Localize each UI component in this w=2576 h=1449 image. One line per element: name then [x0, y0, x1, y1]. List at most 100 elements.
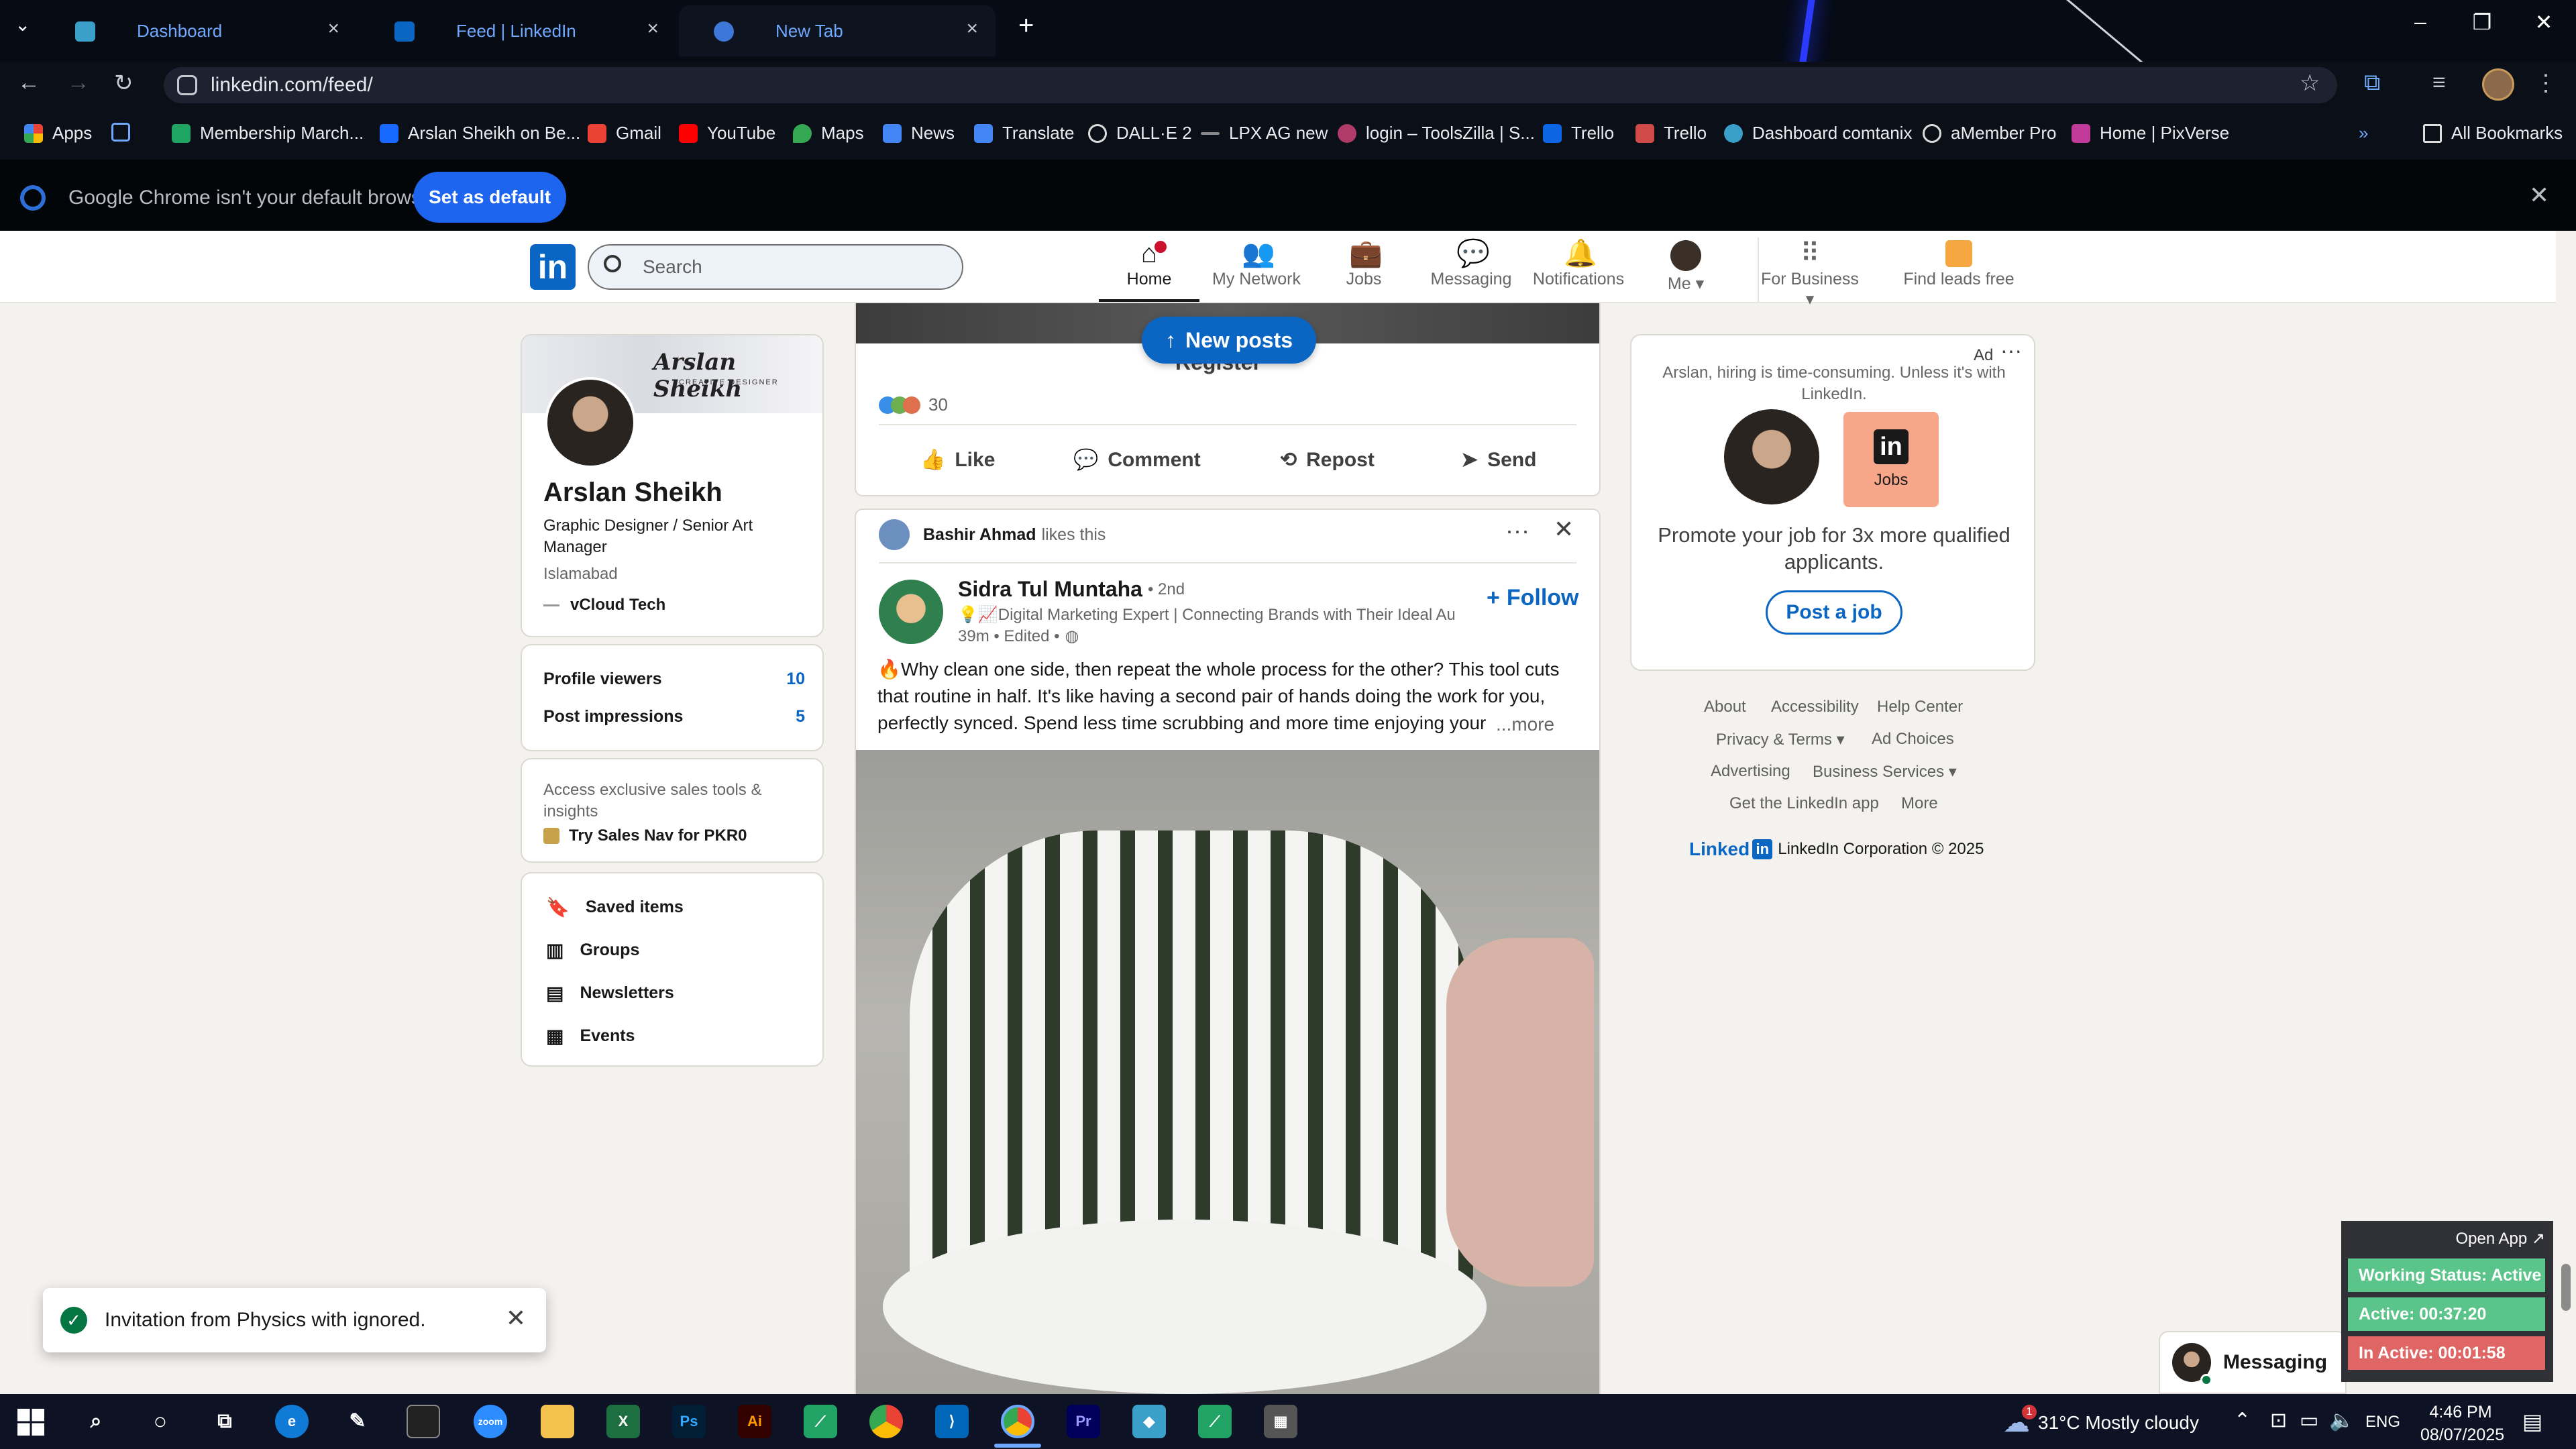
bookmark-trello-1[interactable]: Trello — [1543, 123, 1614, 144]
more-bookmarks-icon[interactable]: » — [2359, 123, 2368, 144]
vscode-icon[interactable]: ⟩ — [935, 1405, 969, 1438]
all-bookmarks[interactable]: All Bookmarks — [2423, 123, 2563, 144]
taskbar-search-icon[interactable]: ⌕ — [79, 1405, 113, 1438]
bookmark-gmail[interactable]: Gmail — [588, 123, 661, 144]
minimize-icon[interactable]: – — [2400, 9, 2440, 34]
close-toast-icon[interactable]: ✕ — [506, 1304, 526, 1332]
shortcut-saved-items[interactable]: 🔖 Saved items — [546, 896, 684, 918]
network-icon[interactable]: ⊡ — [2270, 1409, 2287, 1432]
illustrator-icon[interactable]: Ai — [738, 1405, 771, 1438]
footer-about[interactable]: About — [1704, 698, 1746, 716]
stat-profile-viewers[interactable]: Profile viewers 10 — [543, 669, 805, 689]
send-button[interactable]: ➤ Send — [1461, 448, 1537, 472]
footer-advertising[interactable]: Advertising — [1711, 762, 1790, 781]
cortana-icon[interactable]: ○ — [144, 1405, 177, 1438]
footer-privacy-terms[interactable]: Privacy & Terms ▾ — [1716, 730, 1845, 749]
nav-messaging[interactable]: 💬 Messaging — [1421, 237, 1521, 302]
premium-card[interactable]: Access exclusive sales tools & insights … — [521, 758, 824, 863]
nav-notifications[interactable]: 🔔 Notifications — [1528, 237, 1629, 302]
new-posts-pill[interactable]: ↑ New posts — [1142, 317, 1316, 364]
bookmark-lpx[interactable]: LPX AG new — [1201, 123, 1328, 144]
comment-button[interactable]: 💬 Comment — [1073, 448, 1201, 472]
post-video[interactable] — [856, 750, 1599, 1406]
pen-tool-icon[interactable]: ✎ — [341, 1405, 374, 1438]
calculator-icon[interactable]: ▦ — [1264, 1405, 1297, 1438]
profile-avatar[interactable] — [2482, 68, 2514, 101]
reading-list-icon[interactable]: ≡ — [2432, 70, 2446, 96]
windows-start-icon[interactable] — [17, 1409, 44, 1436]
footer-help-center[interactable]: Help Center — [1877, 698, 1963, 716]
bookmark-news[interactable]: News — [883, 123, 955, 144]
tab-new[interactable]: New Tab × — [679, 5, 996, 56]
search-input[interactable]: Search — [588, 244, 963, 290]
chrome-menu-icon[interactable]: ⋮ — [2534, 70, 2557, 97]
profile-company[interactable]: vCloud Tech — [543, 596, 665, 614]
file-explorer-icon[interactable] — [541, 1405, 574, 1438]
weather-widget[interactable]: ☁ 1 31°C Mostly cloudy — [2003, 1405, 2199, 1438]
scrollbar-thumb[interactable] — [2561, 1264, 2571, 1311]
like-button[interactable]: 👍 Like — [920, 448, 995, 472]
reactions-summary[interactable]: 30 — [879, 394, 948, 415]
see-more-link[interactable]: ...more — [1491, 711, 1555, 738]
app-green-icon[interactable]: ⟋ — [804, 1405, 837, 1438]
follow-button[interactable]: + Follow — [1487, 585, 1579, 611]
bookmark-dalle[interactable]: DALL·E 2 — [1088, 123, 1192, 144]
ad-menu-icon[interactable]: ··· — [2000, 338, 2022, 363]
site-info-icon[interactable] — [177, 75, 197, 95]
profile-avatar[interactable] — [545, 377, 636, 468]
bookmark-toolszilla[interactable]: login – ToolsZilla | S... — [1338, 123, 1535, 144]
bookmark-amember[interactable]: aMember Pro — [1923, 123, 2057, 144]
volume-icon[interactable]: 🔈 — [2329, 1409, 2354, 1432]
author-name[interactable]: Sidra Tul Muntaha — [958, 577, 1142, 602]
nav-find-leads[interactable]: Find leads free — [1898, 237, 2019, 302]
close-tab-icon[interactable]: × — [647, 17, 659, 40]
stat-post-impressions[interactable]: Post impressions 5 — [543, 707, 805, 727]
bookmark-membership[interactable]: Membership March... — [172, 123, 364, 144]
bookmark-comtanix[interactable]: Dashboard comtanix — [1724, 123, 1912, 144]
author-avatar[interactable] — [879, 580, 943, 644]
app-diamond-icon[interactable]: ◆ — [1132, 1405, 1166, 1438]
premiere-icon[interactable]: Pr — [1067, 1405, 1100, 1438]
back-icon[interactable]: ← — [17, 70, 40, 96]
chrome-active-icon[interactable] — [1001, 1405, 1034, 1438]
tab-linkedin[interactable]: Feed | LinkedIn × — [360, 5, 676, 56]
bookmark-behance[interactable]: Arslan Sheikh on Be... — [380, 123, 580, 144]
bookmark-apps[interactable]: Apps — [24, 123, 92, 144]
page-scrollbar[interactable] — [2556, 231, 2576, 1394]
set-default-button[interactable]: Set as default — [413, 172, 566, 223]
bookmark-pixverse[interactable]: Home | PixVerse — [2072, 123, 2229, 144]
footer-business-services[interactable]: Business Services ▾ — [1813, 762, 1957, 782]
nav-home[interactable]: ⌂ Home — [1099, 237, 1199, 302]
close-infobar-icon[interactable]: ✕ — [2529, 181, 2549, 209]
post-job-button[interactable]: Post a job — [1766, 590, 1902, 635]
tab-dashboard[interactable]: Dashboard × — [40, 5, 357, 56]
edge-icon[interactable]: e — [275, 1405, 309, 1438]
wifi-icon[interactable]: ▭ — [2300, 1409, 2318, 1432]
nav-my-network[interactable]: 👥 My Network — [1206, 237, 1307, 302]
dismiss-post-icon[interactable]: ✕ — [1554, 515, 1574, 543]
bookmark-grid[interactable] — [111, 123, 140, 142]
footer-more[interactable]: More — [1901, 794, 1938, 813]
forward-icon[interactable]: → — [67, 70, 90, 96]
bookmark-star-icon[interactable]: ☆ — [2300, 70, 2320, 97]
task-view-icon[interactable]: ⧉ — [208, 1405, 241, 1438]
chrome-icon[interactable] — [869, 1405, 903, 1438]
footer-get-app[interactable]: Get the LinkedIn app — [1729, 794, 1879, 813]
tab-search-button[interactable]: ⌄ — [15, 13, 30, 36]
repost-button[interactable]: ⟲ Repost — [1280, 448, 1375, 472]
excel-icon[interactable]: X — [606, 1405, 640, 1438]
linkedin-logo[interactable]: in — [530, 244, 576, 290]
extensions-icon[interactable]: ⧉ — [2364, 70, 2380, 96]
bookmark-trello-2[interactable]: Trello — [1635, 123, 1707, 144]
clock[interactable]: 4:46 PM 08/07/2025 — [2420, 1401, 2504, 1446]
close-window-icon[interactable]: ✕ — [2524, 9, 2564, 35]
ad-card[interactable]: Ad ··· Arslan, hiring is time-consuming.… — [1630, 334, 2035, 671]
app-green-2-icon[interactable]: ⟋ — [1198, 1405, 1232, 1438]
photoshop-icon[interactable]: Ps — [672, 1405, 706, 1438]
terminal-icon[interactable] — [407, 1405, 440, 1438]
footer-ad-choices[interactable]: Ad Choices — [1872, 730, 1954, 749]
close-tab-icon[interactable]: × — [966, 17, 978, 40]
nav-jobs[interactable]: 💼 Jobs — [1313, 237, 1414, 302]
nav-for-business[interactable]: ⠿ For Business ▾ — [1756, 237, 1864, 309]
address-bar[interactable]: linkedin.com/feed/ — [164, 67, 2337, 103]
